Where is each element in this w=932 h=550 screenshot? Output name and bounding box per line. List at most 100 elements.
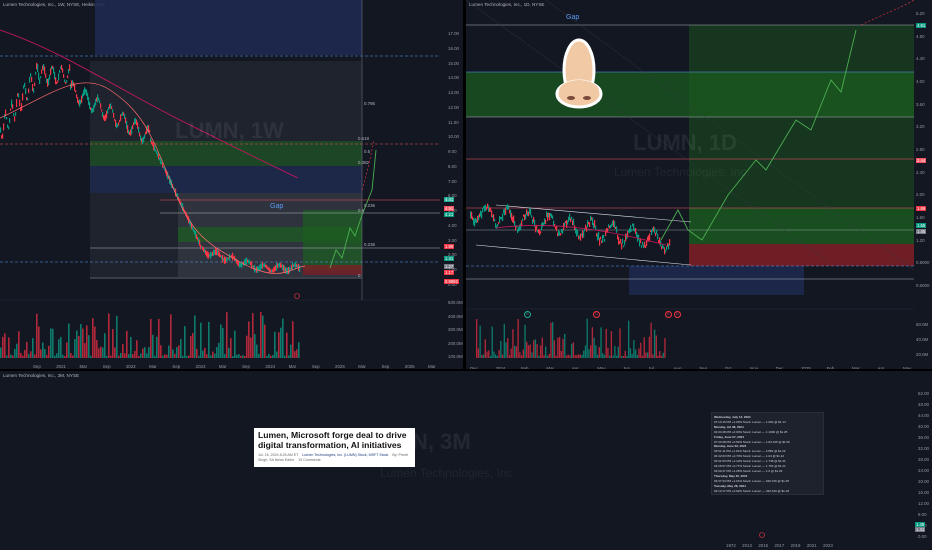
x-tick-label: 2024: [495, 366, 506, 369]
x-tick-label: Feb: [826, 366, 835, 369]
candle: [163, 166, 165, 169]
candle: [37, 64, 39, 72]
candle: [571, 216, 573, 220]
price-tag: 1.89: [444, 244, 455, 249]
x-tick-label: Mar: [428, 364, 436, 369]
volume-bar: [154, 355, 156, 358]
volume-bar: [110, 355, 112, 358]
volume-bar: [633, 340, 635, 358]
volume-bar: [166, 354, 168, 358]
news-card[interactable]: Lumen, Microsoft forge deal to drive dig…: [254, 428, 415, 467]
price-tag: 1.27: [444, 264, 455, 269]
volume-bar: [507, 338, 509, 358]
news-meta: Jul. 16, 2024 8:25 AM ET Lumen Technolog…: [258, 453, 414, 463]
volume-bar: [144, 347, 146, 358]
price-tag: 1.41: [915, 527, 926, 532]
volume-bar: [46, 355, 48, 358]
candle: [649, 233, 651, 241]
x-tick-label: Sep: [242, 364, 250, 369]
y-tick-label: 0.00: [918, 534, 927, 539]
volume-bar: [258, 353, 260, 358]
weekly-chart-panel[interactable]: Lumen Technologies, Inc., 1W, NYSE, Heik…: [0, 0, 463, 369]
candle: [64, 79, 66, 83]
volume-bar: [482, 354, 485, 358]
volume-bar: [54, 355, 56, 358]
green-zone-upper: [90, 141, 362, 166]
volume-bar: [278, 332, 280, 358]
x-tick-label: Mar: [79, 364, 88, 369]
candle: [57, 80, 59, 83]
volume-bar: [222, 327, 224, 358]
volume-bar: [545, 346, 547, 358]
volume-bar: [98, 348, 100, 358]
volume-bar: [156, 336, 158, 358]
y-tick-label: 4.00: [916, 79, 925, 84]
event-marker-icon[interactable]: D: [593, 311, 600, 318]
trade-row: 04:04:48 PM +0.00% Stock: Lumen — 1.1090…: [714, 429, 788, 434]
fib-level-label: 0: [358, 273, 361, 278]
volume-bar: [534, 339, 537, 358]
x-tick-label: Mar: [149, 364, 157, 369]
volume-bar: [476, 319, 478, 358]
volume-bar: [108, 313, 110, 358]
volume-bar: [634, 349, 637, 358]
x-tick-label: 2025: [801, 366, 811, 369]
candle: [573, 218, 575, 226]
x-tick-label: Jul: [648, 366, 654, 369]
volume-bar: [557, 337, 559, 358]
volume-bar: [104, 333, 106, 358]
volume-bar: [256, 344, 258, 358]
volume-tick-label: 40.0M: [916, 337, 929, 342]
daily-chart-svg[interactable]: [466, 0, 932, 369]
x-tick-label: 2015: [758, 543, 769, 548]
x-tick-label: Oct: [724, 366, 732, 369]
volume-bar: [60, 336, 62, 358]
weekly-chart-svg[interactable]: [0, 0, 463, 369]
candle: [44, 66, 46, 75]
volume-bar: [116, 315, 118, 358]
volume-bar: [146, 353, 148, 358]
y-tick-label: 40.00: [918, 424, 929, 429]
event-marker-icon[interactable]: E: [524, 311, 531, 318]
news-date: Jul. 16, 2024 8:25 AM ET: [258, 453, 299, 457]
trade-row: Monday, Jul 08, 2024: [714, 424, 744, 429]
volume-bar: [4, 333, 6, 358]
volume-bar: [138, 355, 140, 358]
volume-bar: [600, 327, 602, 358]
candle: [622, 238, 624, 244]
fib-level-label: 0.382: [358, 160, 369, 165]
volume-bar: [126, 330, 128, 358]
candle: [534, 219, 536, 227]
volume-bar: [20, 352, 22, 358]
volume-bar: [571, 343, 573, 358]
volume-bar: [202, 350, 204, 358]
volume-bar: [508, 355, 511, 358]
y-tick-label: 3.20: [916, 124, 925, 130]
candle: [28, 88, 30, 93]
event-marker-icon[interactable]: E: [665, 311, 672, 318]
x-tick-label: Feb: [520, 366, 529, 369]
news-title[interactable]: Lumen, Microsoft forge deal to drive dig…: [258, 430, 414, 450]
trade-row: 03:37:34 PM +1.01% Stock: Lumen — 626.31…: [714, 478, 790, 483]
event-marker-icon[interactable]: D: [674, 311, 681, 318]
volume-bar: [479, 325, 481, 358]
y-tick-label: 1.20: [916, 237, 925, 243]
volume-bar: [653, 329, 656, 358]
volume-bar: [572, 342, 575, 358]
daily-chart-panel[interactable]: Lumen Technologies, Inc., 1D, NYSE LUMN,…: [466, 0, 932, 369]
volume-bar: [605, 328, 607, 358]
volume-bar: [526, 341, 528, 358]
fib-level-label: 0.786: [364, 101, 375, 106]
chart-watermark: LUMN, 1D: [633, 130, 737, 155]
volume-bar: [489, 355, 492, 358]
news-comments[interactable]: 19 Comments: [298, 458, 320, 462]
y-tick-label: 2.00: [916, 192, 925, 198]
stop-box-red: [303, 265, 362, 275]
news-tickers[interactable]: Lumen Technologies, Inc. (LUMN) Stock, M…: [302, 453, 388, 457]
volume-bar: [242, 355, 244, 358]
x-tick-label: Aug: [673, 366, 682, 369]
volume-bar: [58, 339, 60, 358]
volume-bar: [130, 336, 132, 358]
volume-bar: [505, 342, 507, 358]
candle: [482, 207, 484, 213]
